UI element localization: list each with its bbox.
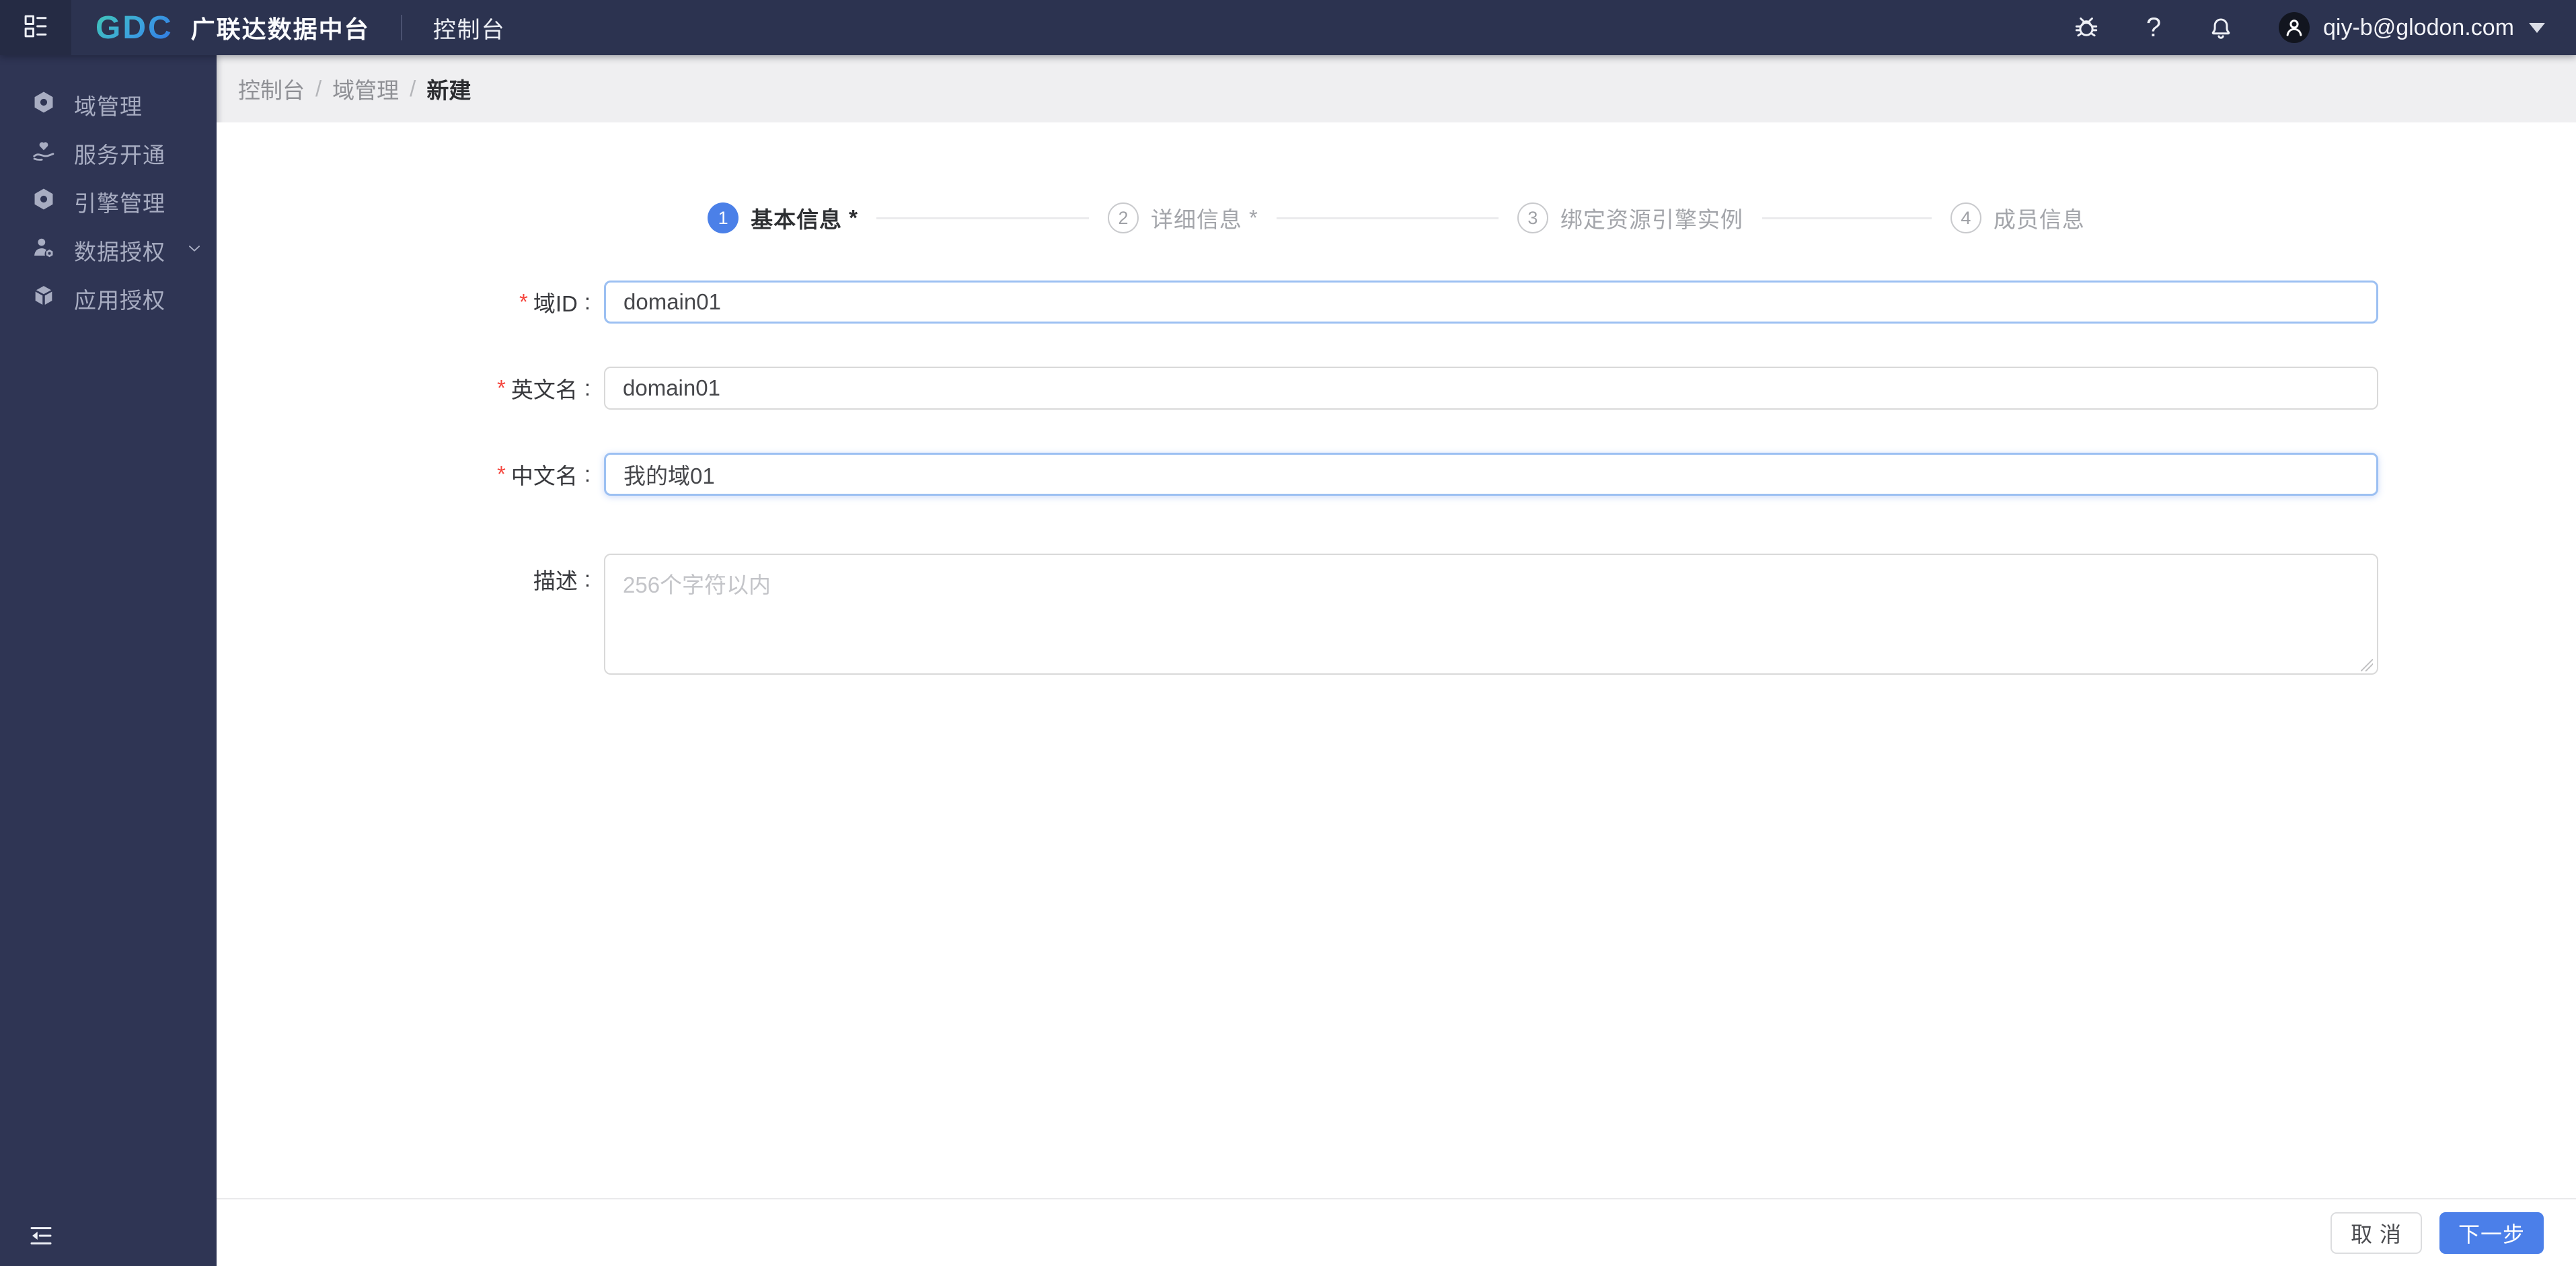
- label-colon: :: [584, 375, 591, 400]
- wizard-footer: 取 消 下一步: [217, 1198, 2576, 1266]
- description-label: 描述: [533, 568, 578, 593]
- form-row-description: 描述 :: [217, 554, 2576, 678]
- help-glyph: ?: [2146, 12, 2162, 42]
- label-colon: :: [584, 566, 591, 591]
- grid-menu-icon: [22, 12, 50, 44]
- step-label: 基本信息: [751, 207, 843, 232]
- breadcrumb-separator: /: [410, 76, 416, 101]
- app-root: GDC 广联达数据中台 控制台 ? qiy-b@glodon.com 域管理 服…: [0, 0, 2576, 1266]
- field-label: * 英文名 :: [217, 372, 591, 404]
- sidebar-item-service-activation[interactable]: 服务开通: [0, 129, 217, 178]
- label-colon: :: [584, 461, 591, 486]
- topbar-right: ? qiy-b@glodon.com: [2034, 12, 2576, 43]
- hex-nut-icon: [31, 89, 74, 120]
- chinese-name-input[interactable]: [604, 453, 2378, 496]
- topbar: GDC 广联达数据中台 控制台 ? qiy-b@glodon.com: [0, 0, 2576, 55]
- topbar-divider: [400, 15, 402, 40]
- step-connector: [1276, 217, 1499, 219]
- form-row-chinese-name: * 中文名 :: [217, 453, 2576, 496]
- english-name-label: 英文名: [510, 377, 578, 402]
- body-row: 域管理 服务开通 引擎管理 数据授权 应用授权 控制台 / 域管理 / 新建 1…: [0, 55, 2576, 1266]
- step-member-info: 4 成员信息: [1950, 202, 2085, 234]
- breadcrumb-console[interactable]: 控制台: [238, 73, 305, 105]
- description-textarea[interactable]: [604, 554, 2378, 675]
- cube-icon: [31, 283, 74, 314]
- label-colon: :: [584, 289, 591, 314]
- step-detail-info: 2 详细信息 *: [1108, 202, 1258, 234]
- chinese-name-label: 中文名: [510, 463, 578, 488]
- product-title: 广联达数据中台: [190, 15, 370, 43]
- content-panel: 1 基本信息 * 2 详细信息 * 3 绑定资源引擎实例 4 成员信息 * 域I…: [217, 122, 2576, 1266]
- step-connector: [876, 217, 1089, 219]
- caret-down-icon[interactable]: [2529, 22, 2545, 33]
- breadcrumb: 控制台 / 域管理 / 新建: [217, 55, 2576, 122]
- step-bind-engine-instance: 3 绑定资源引擎实例: [1517, 202, 1743, 234]
- sidebar-item-label: 数据授权: [74, 239, 165, 264]
- form-row-english-name: * 英文名 :: [217, 367, 2576, 410]
- step-number: 2: [1108, 202, 1139, 233]
- bug-report-icon[interactable]: [2072, 13, 2101, 42]
- main-area: 控制台 / 域管理 / 新建 1 基本信息 * 2 详细信息 * 3 绑定资源引…: [217, 55, 2576, 1266]
- breadcrumb-domain-management[interactable]: 域管理: [332, 73, 399, 105]
- chevron-down-icon[interactable]: [186, 237, 203, 263]
- sidebar-item-domain-management[interactable]: 域管理: [0, 81, 217, 129]
- wizard-stepper: 1 基本信息 * 2 详细信息 * 3 绑定资源引擎实例 4 成员信息: [217, 202, 2576, 234]
- bell-icon[interactable]: [2206, 13, 2236, 42]
- step-required-mark: *: [1249, 205, 1258, 230]
- description-textarea-wrap: [604, 554, 2378, 678]
- step-label: 成员信息: [1993, 207, 2085, 232]
- step-connector: [1761, 217, 1932, 219]
- step-basic-info: 1 基本信息 *: [708, 202, 858, 234]
- hand-heart-icon: [31, 138, 74, 169]
- step-label: 详细信息: [1151, 207, 1242, 232]
- user-email[interactable]: qiy-b@glodon.com: [2323, 15, 2514, 41]
- sidebar-item-app-authorization[interactable]: 应用授权: [0, 274, 217, 323]
- english-name-input[interactable]: [604, 367, 2378, 410]
- breadcrumb-separator: /: [315, 76, 322, 101]
- domain-id-input[interactable]: [604, 281, 2378, 324]
- required-star: *: [519, 289, 528, 314]
- avatar[interactable]: [2279, 12, 2310, 43]
- new-domain-form: * 域ID : * 英文名 :: [217, 281, 2576, 678]
- step-number: 4: [1950, 202, 1981, 233]
- field-label: 描述 :: [217, 554, 591, 595]
- app-menu-button[interactable]: [0, 0, 71, 55]
- sidebar-item-label: 应用授权: [74, 288, 165, 313]
- cancel-button[interactable]: 取 消: [2331, 1212, 2422, 1254]
- required-star: *: [496, 461, 506, 486]
- step-label: 绑定资源引擎实例: [1560, 207, 1743, 232]
- sidebar-item-label: 服务开通: [74, 143, 165, 167]
- step-number: 1: [708, 202, 739, 233]
- sidebar: 域管理 服务开通 引擎管理 数据授权 应用授权: [0, 55, 217, 1266]
- field-label: * 中文名 :: [217, 458, 591, 490]
- sidebar-item-label: 域管理: [74, 94, 143, 119]
- step-required-mark: *: [849, 205, 858, 230]
- sidebar-item-data-authorization[interactable]: 数据授权: [0, 226, 217, 274]
- gdc-logo: GDC: [96, 9, 174, 46]
- sidebar-collapse-button[interactable]: [27, 1222, 56, 1251]
- help-icon[interactable]: ?: [2139, 13, 2168, 42]
- step-number: 3: [1517, 202, 1548, 233]
- user-gear-icon: [31, 235, 74, 266]
- form-row-domain-id: * 域ID :: [217, 281, 2576, 324]
- field-label: * 域ID :: [217, 286, 591, 318]
- topbar-console-link[interactable]: 控制台: [433, 11, 506, 44]
- hex-nut-icon: [31, 186, 74, 217]
- sidebar-item-engine-management[interactable]: 引擎管理: [0, 178, 217, 226]
- breadcrumb-current-new: 新建: [426, 78, 471, 103]
- sidebar-item-label: 引擎管理: [74, 191, 165, 216]
- next-step-button[interactable]: 下一步: [2439, 1212, 2544, 1254]
- required-star: *: [496, 375, 506, 400]
- domain-id-label: 域ID: [533, 291, 578, 316]
